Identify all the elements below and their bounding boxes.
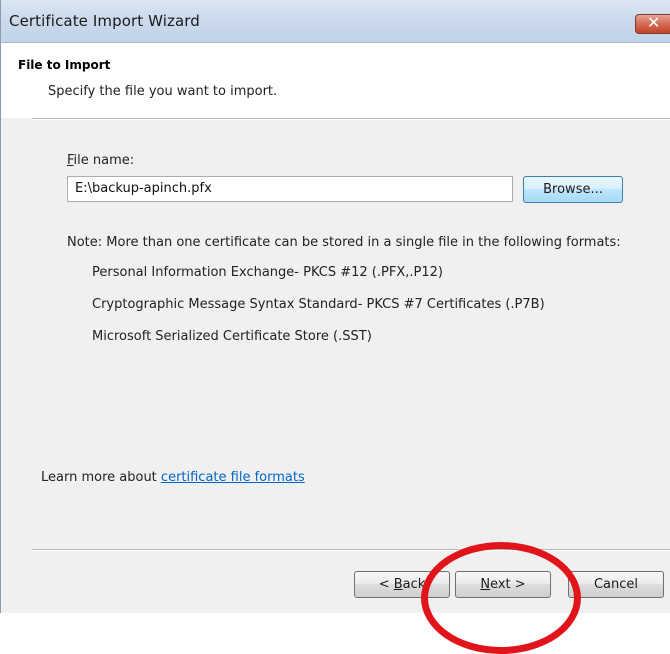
- learn-more-text: Learn more about certificate file format…: [41, 470, 305, 485]
- annotation-circle: [421, 542, 581, 654]
- learn-more-prefix: Learn more about: [41, 470, 161, 485]
- back-label: ack: [402, 577, 426, 592]
- wizard-header: File to Import Specify the file you want…: [1, 43, 670, 118]
- next-label: ext >: [490, 577, 526, 592]
- back-prefix: <: [378, 577, 394, 592]
- certificate-file-formats-link[interactable]: certificate file formats: [161, 470, 305, 485]
- back-accelerator: B: [393, 577, 403, 592]
- page-description: Specify the file you want to import.: [48, 84, 278, 99]
- file-name-label-text: ile name:: [73, 153, 135, 168]
- page-title: File to Import: [18, 58, 111, 72]
- header-divider: [32, 118, 670, 120]
- certificate-import-wizard-dialog: Certificate Import Wizard ✕ File to Impo…: [0, 0, 670, 654]
- close-button[interactable]: ✕: [635, 13, 670, 34]
- window-title: Certificate Import Wizard: [9, 12, 200, 30]
- close-icon: ✕: [647, 13, 661, 32]
- footer-divider: [32, 549, 670, 551]
- browse-button[interactable]: Browse...: [523, 176, 623, 203]
- title-bar[interactable]: Certificate Import Wizard ✕: [1, 0, 670, 43]
- format-item-p7b: Cryptographic Message Syntax Standard- P…: [92, 297, 545, 312]
- cancel-button[interactable]: Cancel: [568, 571, 664, 598]
- format-item-sst: Microsoft Serialized Certificate Store (…: [92, 329, 372, 344]
- back-button[interactable]: < Back: [354, 571, 450, 598]
- formats-note: Note: More than one certificate can be s…: [67, 235, 621, 250]
- file-name-input[interactable]: E:\backup-apinch.pfx: [67, 176, 513, 202]
- next-accelerator: N: [480, 577, 491, 592]
- format-item-pfx: Personal Information Exchange- PKCS #12 …: [92, 265, 443, 280]
- file-name-label: File name:: [67, 153, 134, 168]
- next-button[interactable]: Next >: [455, 571, 551, 598]
